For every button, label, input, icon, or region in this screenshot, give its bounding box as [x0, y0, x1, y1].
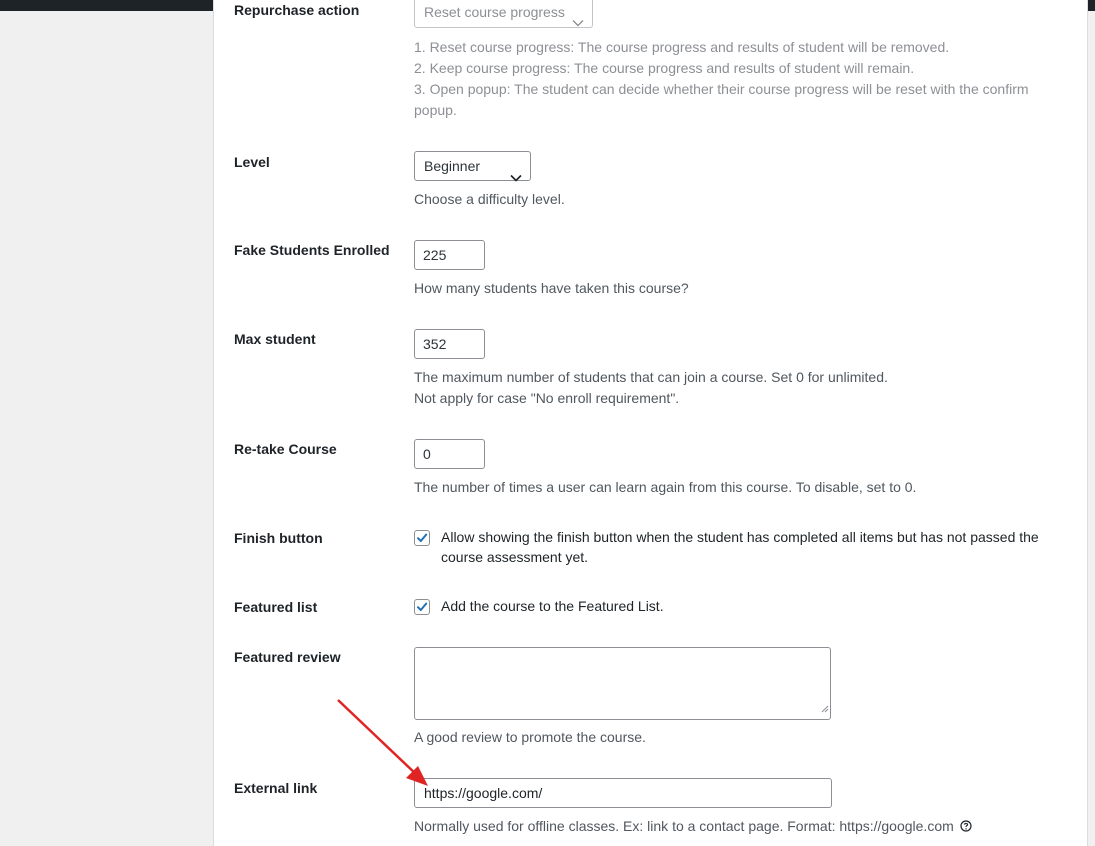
fake-students-label: Fake Students Enrolled — [234, 242, 390, 258]
external-link-input[interactable]: https://google.com/ — [414, 778, 832, 808]
retake-course-input[interactable]: 0 — [414, 439, 485, 469]
level-select-value: Beginner — [424, 158, 481, 174]
checkmark-icon — [417, 533, 428, 542]
repurchase-desc-3: 3. Open popup: The student can decide wh… — [414, 81, 1029, 97]
featured-review-label: Featured review — [234, 649, 341, 665]
repurchase-desc-1: 1. Reset course progress: The course pro… — [414, 39, 950, 55]
level-desc: Choose a difficulty level. — [414, 191, 565, 207]
max-student-desc-2: Not apply for case "No enroll requiremen… — [414, 390, 680, 406]
repurchase-action-select-value: Reset course progress — [424, 4, 565, 20]
level-label: Level — [234, 154, 270, 170]
resize-handle-icon[interactable] — [820, 700, 829, 718]
repurchase-desc-2: 2. Keep course progress: The course prog… — [414, 60, 915, 76]
featured-list-checkbox[interactable] — [414, 599, 430, 615]
external-link-label: External link — [234, 780, 318, 796]
level-select[interactable]: Beginner — [414, 151, 531, 182]
finish-button-checkbox[interactable] — [414, 530, 430, 546]
fake-students-desc: How many students have taken this course… — [414, 280, 689, 296]
repurchase-action-select[interactable]: Reset course progress — [414, 0, 593, 28]
featured-list-text: Add the course to the Featured List. — [441, 598, 664, 614]
checkmark-icon — [417, 602, 428, 611]
fake-students-input[interactable]: 225 — [414, 240, 485, 270]
chevron-down-icon — [510, 163, 522, 191]
featured-review-textarea[interactable] — [414, 647, 831, 720]
retake-course-label: Re-take Course — [234, 441, 337, 457]
chevron-down-icon — [572, 8, 584, 36]
external-link-desc: Normally used for offline classes. Ex: l… — [414, 816, 972, 838]
max-student-desc-1: The maximum number of students that can … — [414, 369, 888, 385]
help-icon[interactable] — [960, 817, 972, 838]
featured-list-label: Featured list — [234, 599, 318, 615]
retake-course-desc: The number of times a user can learn aga… — [414, 479, 917, 495]
max-student-label: Max student — [234, 331, 316, 347]
repurchase-action-label: Repurchase action — [234, 2, 360, 18]
finish-button-text-1: Allow showing the finish button when the… — [441, 529, 1039, 545]
external-link-desc-text: Normally used for offline classes. Ex: l… — [414, 818, 954, 834]
finish-button-label: Finish button — [234, 530, 323, 546]
featured-review-desc: A good review to promote the course. — [414, 729, 646, 745]
repurchase-desc-3-cont: popup. — [414, 102, 457, 118]
finish-button-text-2: course assessment yet. — [441, 549, 589, 565]
max-student-input[interactable]: 352 — [414, 329, 485, 359]
